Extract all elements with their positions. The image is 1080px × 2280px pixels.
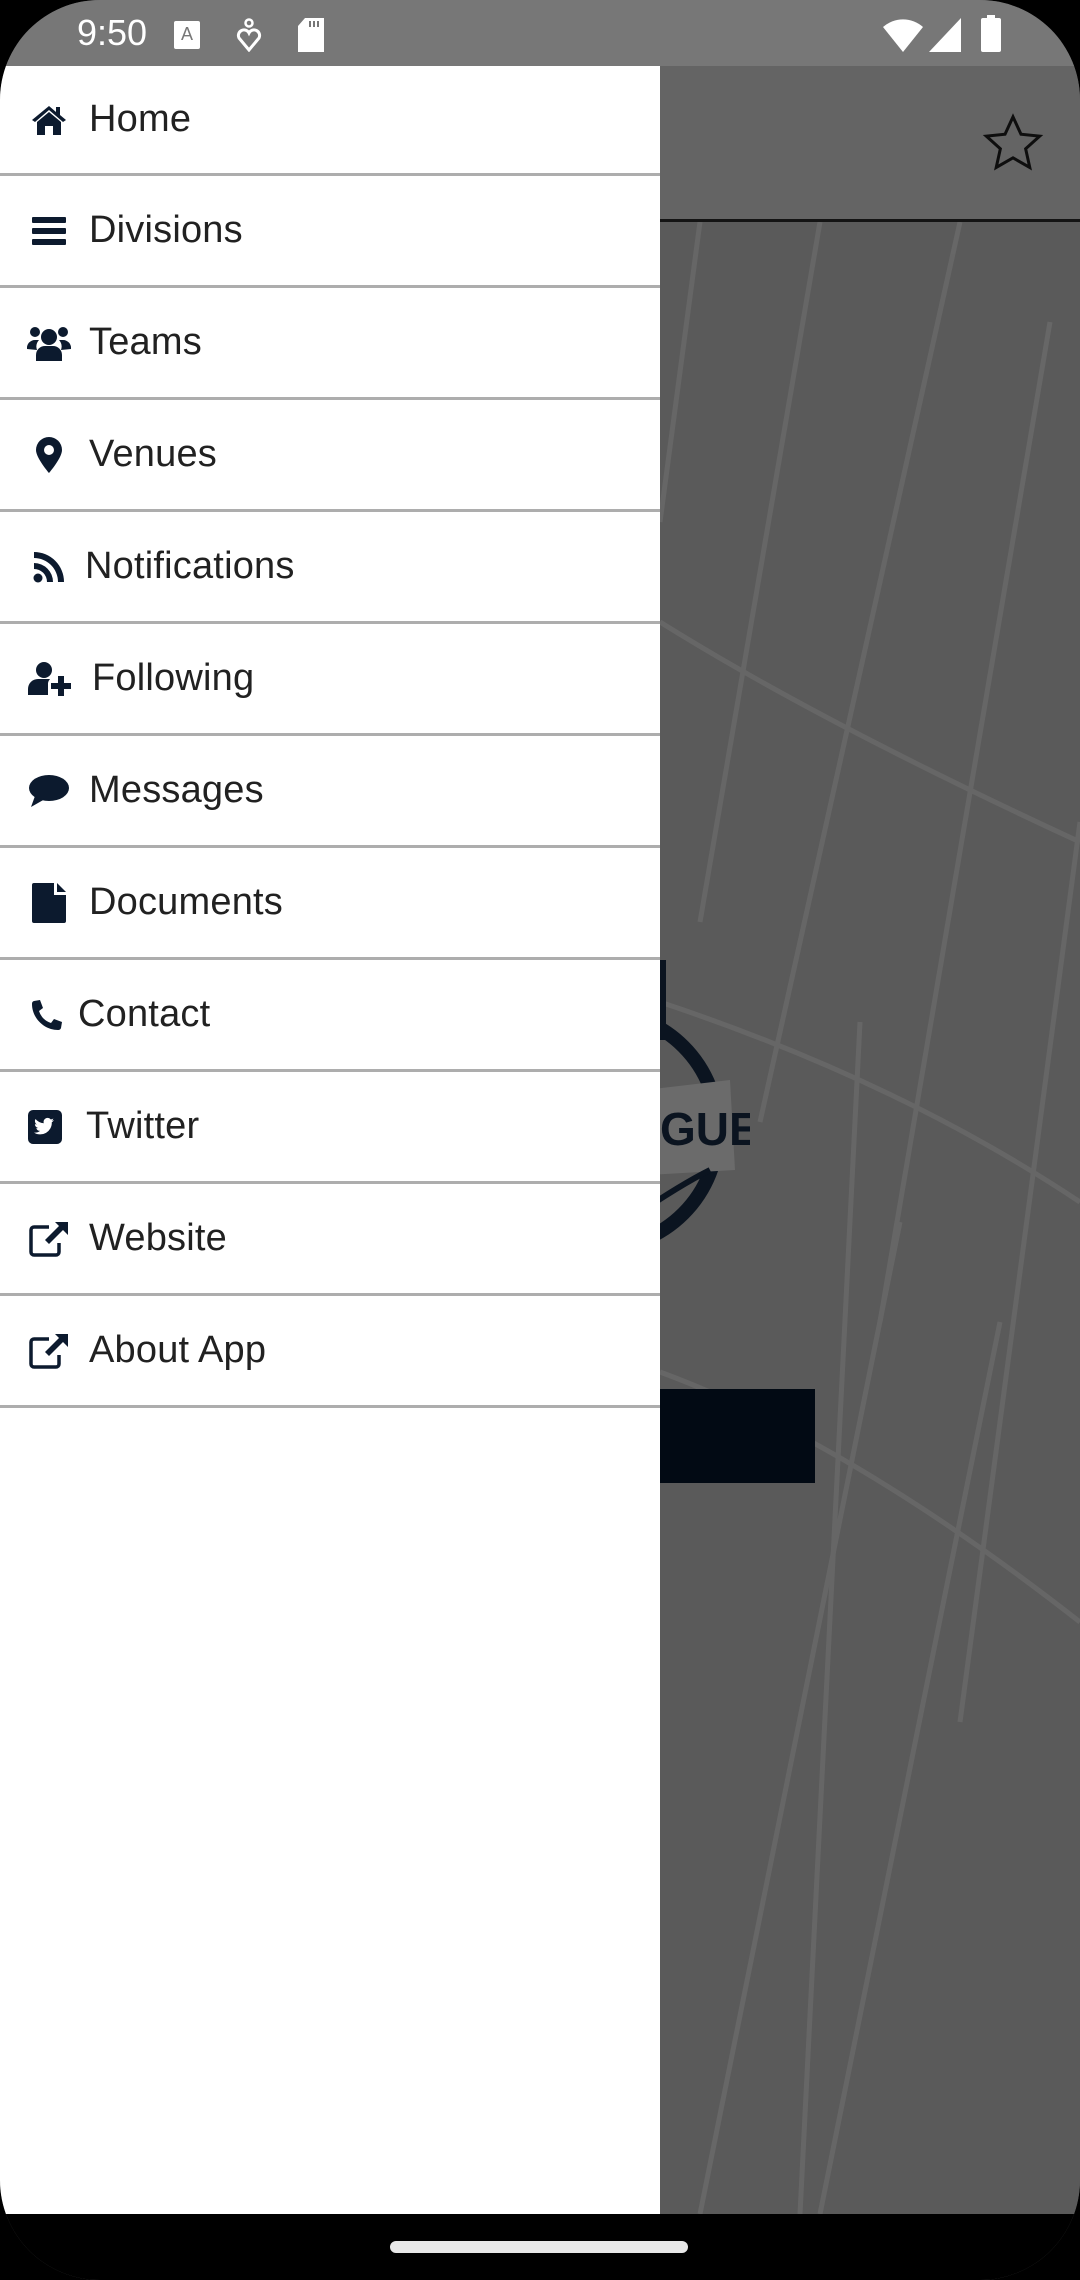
drawer-item-label: Divisions <box>89 209 243 251</box>
drawer-item-label: Messages <box>89 769 264 811</box>
navigation-drawer: Home Divisions Teams Venues Notification <box>0 66 660 2214</box>
home-gesture-handle[interactable] <box>390 2241 688 2253</box>
drawer-item-notifications[interactable]: Notifications <box>0 512 660 624</box>
rss-icon <box>26 544 72 590</box>
user-plus-icon <box>28 656 74 702</box>
star-outline-icon[interactable] <box>980 110 1046 176</box>
external-link-icon <box>26 1216 72 1262</box>
drawer-item-following[interactable]: Following <box>0 624 660 736</box>
drawer-item-messages[interactable]: Messages <box>0 736 660 848</box>
home-icon <box>26 97 72 143</box>
drawer-item-label: Home <box>89 98 192 140</box>
drawer-item-teams[interactable]: Teams <box>0 288 660 400</box>
drawer-item-home[interactable]: Home <box>0 66 660 176</box>
map-marker-icon <box>26 432 72 478</box>
drawer-item-documents[interactable]: Documents <box>0 848 660 960</box>
drawer-item-label: Contact <box>78 993 211 1035</box>
drawer-item-website[interactable]: Website <box>0 1184 660 1296</box>
wifi-icon <box>882 17 924 58</box>
comment-icon <box>26 768 72 814</box>
drawer-item-label: Website <box>89 1217 227 1259</box>
bars-icon <box>26 208 72 254</box>
drawer-item-label: Teams <box>89 321 202 363</box>
drawer-item-about-app[interactable]: About App <box>0 1296 660 1408</box>
external-link-icon <box>26 1328 72 1374</box>
sd-card-icon <box>296 17 326 58</box>
phone-icon <box>24 992 70 1038</box>
logo-text: GUE <box>660 1103 750 1155</box>
drawer-item-label: About App <box>89 1329 267 1371</box>
drawer-item-label: Following <box>92 657 255 699</box>
drawer-item-twitter[interactable]: Twitter <box>0 1072 660 1184</box>
drawer-item-label: Documents <box>89 881 283 923</box>
svg-text:A: A <box>181 24 193 44</box>
battery-icon <box>980 15 1002 58</box>
drawer-item-venues[interactable]: Venues <box>0 400 660 512</box>
status-bar: 9:50 A <box>0 0 1080 66</box>
accessibility-heart-icon <box>236 18 262 57</box>
twitter-square-icon <box>22 1104 68 1150</box>
users-icon <box>26 320 72 366</box>
status-time: 9:50 <box>77 12 148 53</box>
file-icon <box>26 880 72 926</box>
drawer-item-label: Twitter <box>86 1105 200 1147</box>
drawer-item-label: Notifications <box>85 545 295 587</box>
drawer-item-divisions[interactable]: Divisions <box>0 176 660 288</box>
drawer-item-contact[interactable]: Contact <box>0 960 660 1072</box>
device-screen: son GUE 9:50 A <box>0 0 1080 2280</box>
cell-signal-icon <box>928 17 962 58</box>
drawer-item-label: Venues <box>89 433 217 475</box>
a-translate-icon: A <box>173 20 201 55</box>
